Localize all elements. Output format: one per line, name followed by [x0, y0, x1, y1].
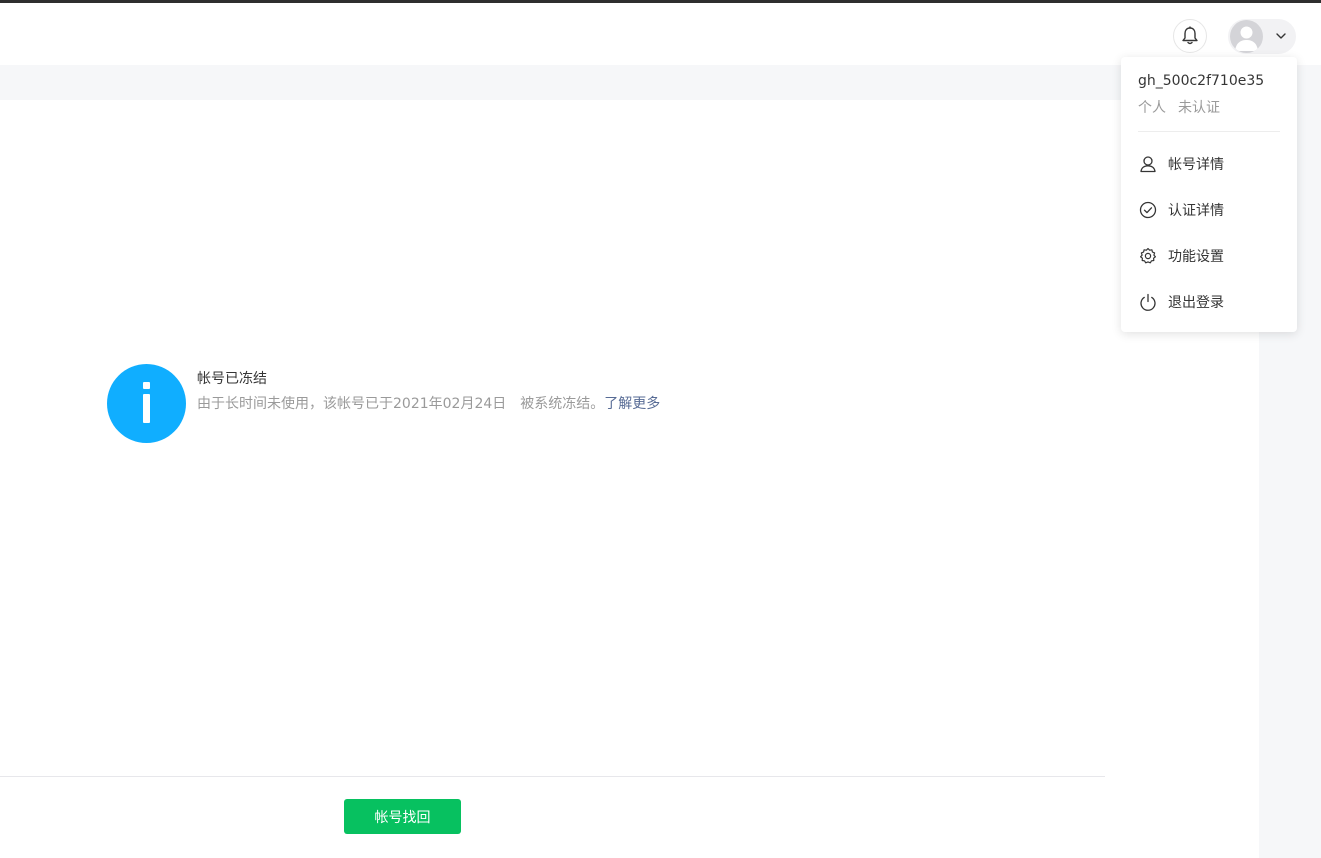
menu-item-label: 帐号详情 [1168, 157, 1224, 173]
account-username: gh_500c2f710e35 [1138, 73, 1265, 89]
bell-icon [1182, 26, 1198, 45]
chevron-down-icon[interactable] [1275, 30, 1287, 42]
menu-item-label: 退出登录 [1168, 295, 1224, 311]
avatar[interactable] [1230, 20, 1263, 53]
menu-item-verify-details[interactable]: 认证详情 [1138, 197, 1288, 223]
menu-item-settings[interactable]: 功能设置 [1138, 243, 1288, 269]
gear-icon [1138, 246, 1158, 266]
check-circle-icon [1138, 200, 1158, 220]
main-content [0, 100, 1259, 858]
account-dropdown-menu: gh_500c2f710e35 个人 未认证 帐号详情 认证详情 功能设置 退出… [1121, 57, 1297, 332]
menu-item-label: 认证详情 [1168, 203, 1224, 219]
menu-item-account-details[interactable]: 帐号详情 [1138, 151, 1288, 177]
account-type: 个人 [1138, 100, 1166, 116]
freeze-date: 2021年02月24日 [393, 396, 507, 412]
menu-item-label: 功能设置 [1168, 249, 1224, 265]
notice-description: 由于长时间未使用，该帐号已于2021年02月24日 被系统冻结。了解更多 [197, 393, 660, 413]
verify-status: 未认证 [1178, 100, 1220, 116]
info-icon [107, 364, 186, 443]
notification-button[interactable] [1173, 19, 1207, 53]
learn-more-link[interactable]: 了解更多 [604, 396, 660, 412]
notice-title: 帐号已冻结 [197, 371, 267, 387]
notice-desc-suffix: 被系统冻结。 [520, 396, 605, 412]
notice-desc-prefix: 由于长时间未使用，该帐号已于 [197, 396, 393, 412]
account-menu-button[interactable] [1228, 19, 1296, 54]
footer-divider [0, 776, 1105, 777]
menu-divider [1138, 131, 1280, 132]
user-icon [1138, 154, 1158, 174]
account-recover-button[interactable]: 帐号找回 [344, 799, 461, 834]
menu-item-logout[interactable]: 退出登录 [1138, 289, 1288, 315]
power-icon [1138, 292, 1158, 312]
top-header [0, 3, 1321, 65]
account-meta: 个人 未认证 [1138, 97, 1220, 117]
